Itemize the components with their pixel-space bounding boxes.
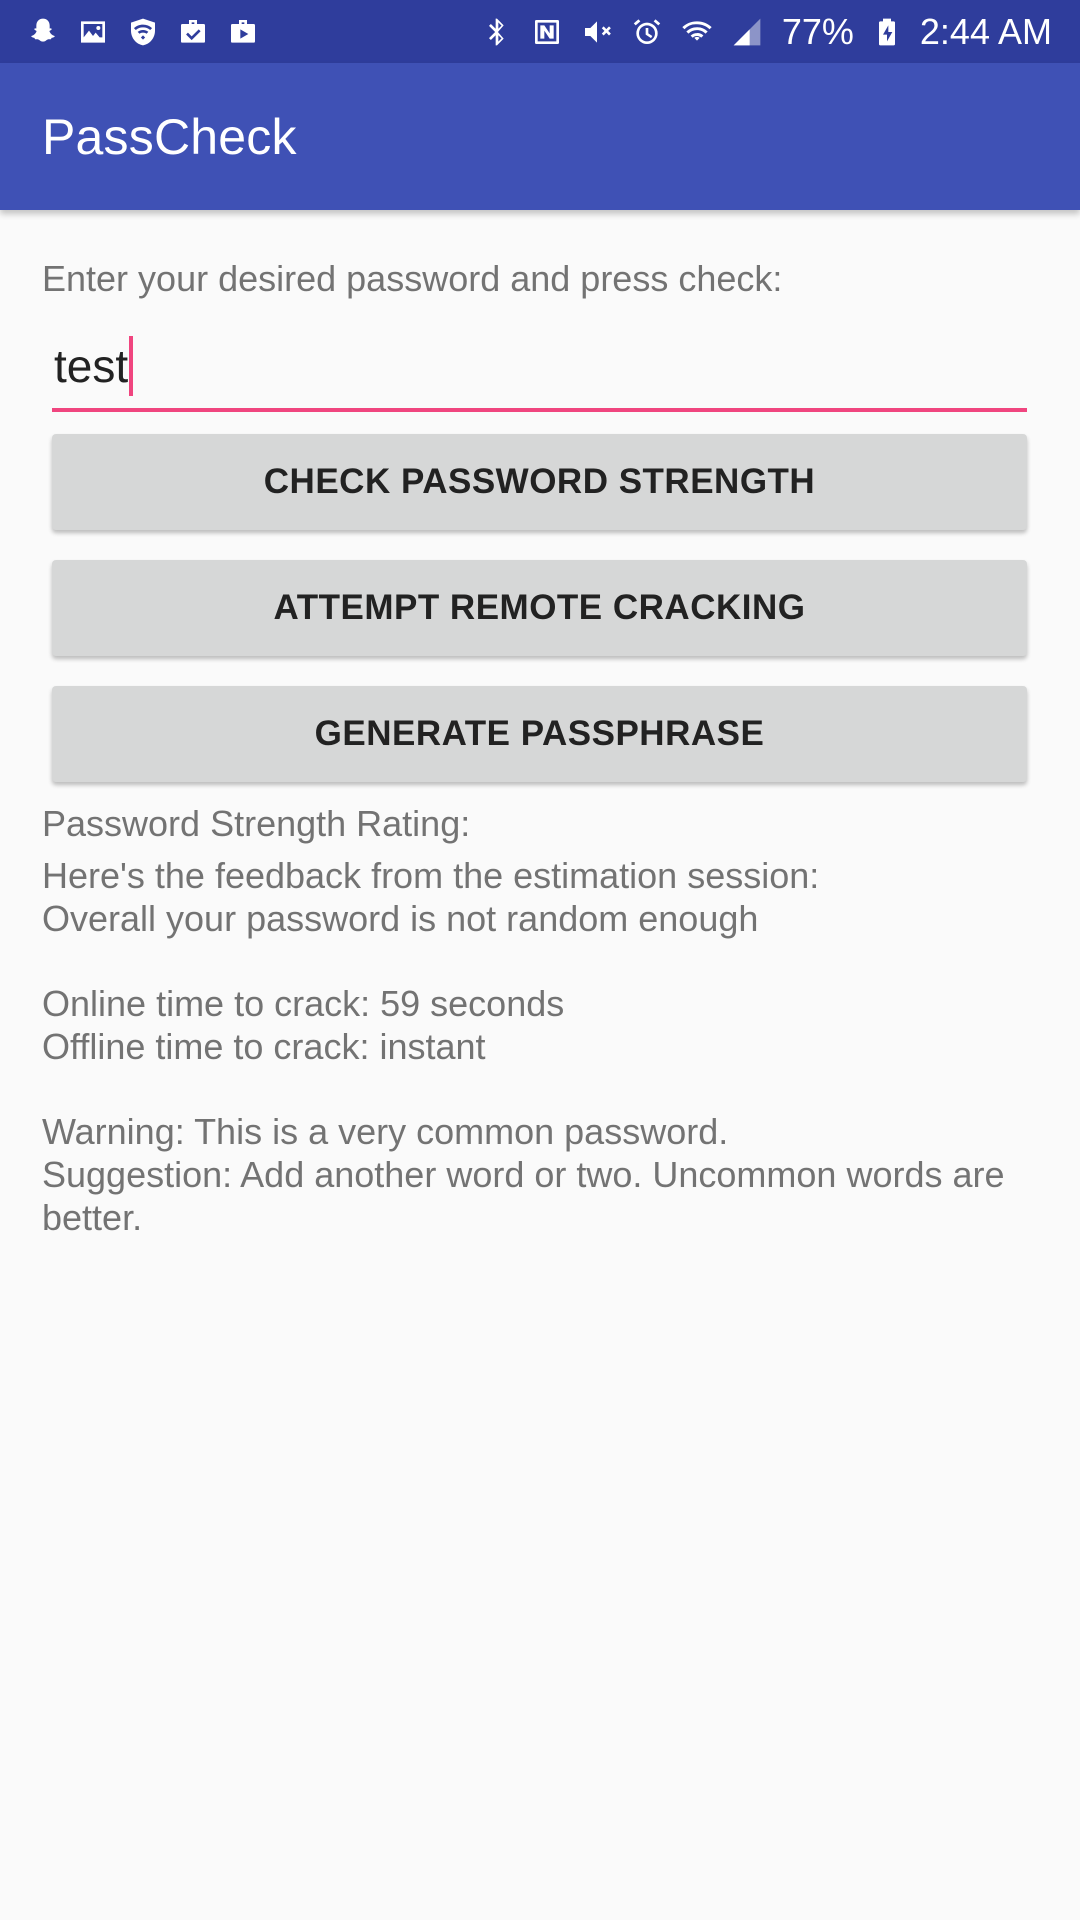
feedback-heading: Here's the feedback from the estimation … xyxy=(42,855,820,896)
check-password-strength-button[interactable]: CHECK PASSWORD STRENGTH xyxy=(52,434,1027,530)
app-toolbar: PassCheck xyxy=(0,63,1080,210)
wifi-icon xyxy=(680,15,714,49)
suggestion-text: Suggestion: Add another word or two. Unc… xyxy=(42,1154,1005,1238)
warning-text: Warning: This is a very common password. xyxy=(42,1111,729,1152)
image-icon xyxy=(76,15,110,49)
mute-icon xyxy=(580,15,614,49)
attempt-remote-cracking-button[interactable]: ATTEMPT REMOTE CRACKING xyxy=(52,560,1027,656)
offline-crack-time: Offline time to crack: instant xyxy=(42,1026,486,1067)
briefcase-check-icon xyxy=(176,15,210,49)
generate-passphrase-button[interactable]: GENERATE PASSPHRASE xyxy=(52,686,1027,782)
system-status: 77% 2:44 AM xyxy=(480,11,1052,53)
status-bar: 77% 2:44 AM xyxy=(0,0,1080,63)
online-crack-time: Online time to crack: 59 seconds xyxy=(42,983,565,1024)
alarm-icon xyxy=(630,15,664,49)
battery-percentage: 77% xyxy=(781,10,854,52)
clock: 2:44 AM xyxy=(919,10,1052,52)
signal-icon xyxy=(730,15,764,49)
battery-charging-icon xyxy=(870,15,904,49)
app-title: PassCheck xyxy=(42,108,297,165)
password-input-value: test xyxy=(54,340,129,392)
bluetooth-icon xyxy=(480,15,514,49)
feedback-summary: Overall your password is not random enou… xyxy=(42,898,759,939)
nfc-icon xyxy=(530,15,564,49)
snapchat-icon xyxy=(26,15,60,49)
strength-rating-label: Password Strength Rating: xyxy=(42,803,471,844)
shield-icon xyxy=(126,15,160,49)
password-prompt-label: Enter your desired password and press ch… xyxy=(42,258,783,299)
play-bag-icon xyxy=(226,15,260,49)
password-input[interactable]: test xyxy=(52,324,1027,412)
notification-icons xyxy=(26,15,260,49)
text-cursor xyxy=(129,336,134,396)
